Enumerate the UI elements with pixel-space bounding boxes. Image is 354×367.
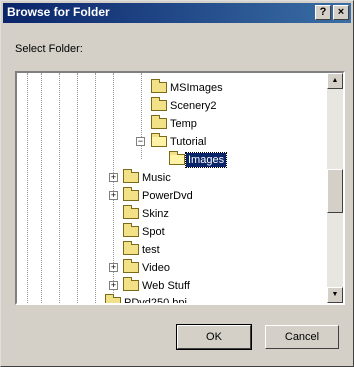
- open-folder-icon: [151, 133, 167, 147]
- folder-icon: [105, 294, 121, 303]
- folder-icon: [123, 187, 139, 201]
- folder-tree[interactable]: MSImages Scenery2 Temp − Tutorial Images…: [15, 71, 345, 305]
- folder-icon: [123, 259, 139, 273]
- tree-item-label: Skinz: [142, 208, 169, 220]
- expand-toggle[interactable]: +: [109, 263, 118, 272]
- tree-guide-line: [27, 73, 28, 303]
- tree-item-label: PowerDvd: [142, 190, 193, 202]
- tree-item-label: test: [142, 244, 160, 256]
- vertical-scrollbar[interactable]: ▲ ▼: [327, 73, 343, 303]
- close-button[interactable]: ×: [333, 5, 349, 20]
- collapse-toggle[interactable]: −: [136, 137, 145, 146]
- tree-item-label: PDvd250.bpi: [124, 297, 187, 305]
- help-button[interactable]: ?: [315, 5, 331, 20]
- folder-icon: [123, 223, 139, 237]
- folder-icon: [151, 115, 167, 129]
- expand-toggle[interactable]: +: [109, 281, 118, 290]
- tree-item-label-selected: Images: [184, 152, 228, 168]
- title-bar[interactable]: Browse for Folder ? ×: [3, 3, 351, 23]
- tree-guide-line: [59, 73, 60, 303]
- tree-guide-line: [77, 73, 78, 303]
- select-folder-label: Select Folder:: [15, 43, 83, 55]
- tree-item-label: Web Stuff: [142, 280, 190, 292]
- tree-guide-line: [41, 73, 42, 303]
- ok-button[interactable]: OK: [176, 324, 252, 350]
- folder-icon: [151, 79, 167, 93]
- folder-icon: [123, 241, 139, 255]
- folder-icon: [123, 205, 139, 219]
- expand-toggle[interactable]: +: [109, 173, 118, 182]
- scroll-up-button[interactable]: ▲: [327, 73, 343, 89]
- folder-icon: [123, 169, 139, 183]
- scroll-thumb[interactable]: [327, 169, 343, 213]
- tree-item-label: Tutorial: [170, 136, 207, 148]
- dialog-title: Browse for Folder: [7, 5, 110, 19]
- tree-item-label: Spot: [142, 226, 165, 238]
- tree-guide-line: [95, 73, 96, 303]
- tree-item-label: Temp: [170, 118, 197, 130]
- tree-item-label: MSImages: [170, 82, 223, 94]
- scroll-down-button[interactable]: ▼: [327, 287, 343, 303]
- expand-toggle[interactable]: +: [109, 191, 118, 200]
- tree-item-label: Music: [142, 172, 171, 184]
- tree-item-label: Video: [142, 262, 170, 274]
- cancel-button[interactable]: Cancel: [265, 325, 339, 349]
- folder-icon: [151, 97, 167, 111]
- browse-folder-dialog: Browse for Folder ? × Select Folder: MSI…: [0, 0, 354, 367]
- folder-icon: [123, 277, 139, 291]
- tree-guide-line: [141, 73, 142, 159]
- open-folder-icon: [169, 151, 185, 165]
- tree-item-label: Scenery2: [170, 100, 217, 112]
